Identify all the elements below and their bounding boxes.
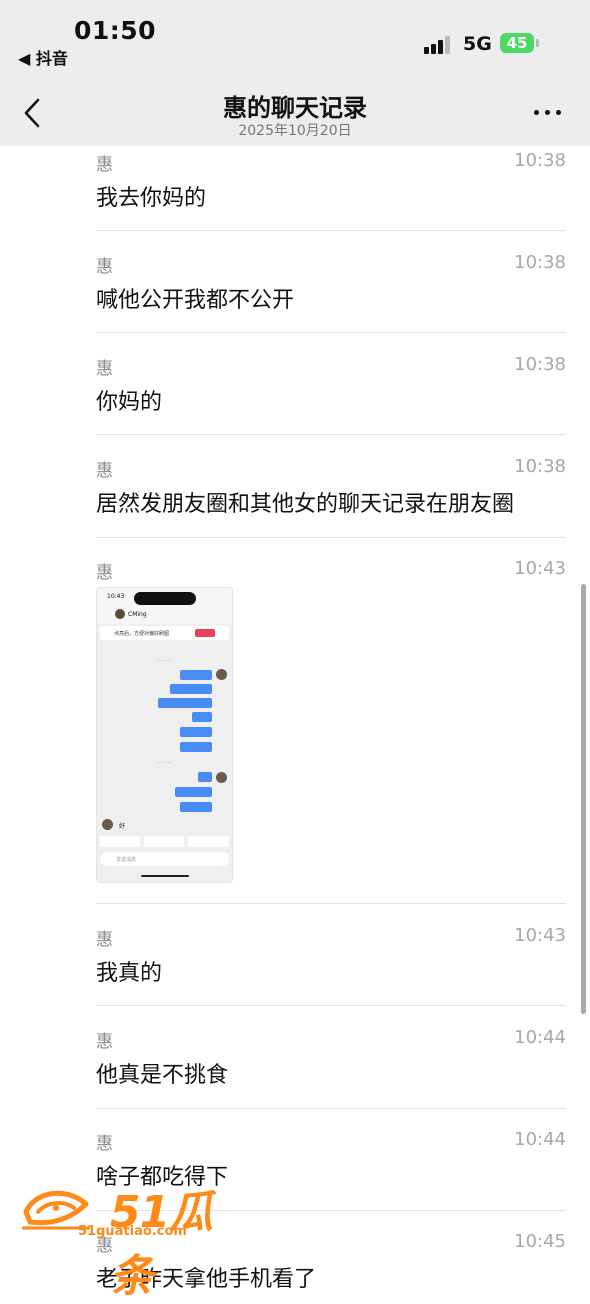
thumb-home-indicator: [141, 875, 189, 877]
message-sender: 惠: [96, 1134, 113, 1154]
divider: [96, 1005, 566, 1006]
thumb-avatar: [115, 609, 125, 619]
network-type: 5G: [463, 33, 492, 55]
thumb-contact-name: CMing: [128, 611, 147, 618]
message-text: 喊他公开我都不公开: [96, 288, 295, 313]
divider: [96, 537, 566, 538]
message-time: 10:45: [514, 1231, 566, 1252]
thumb-avatar: [216, 669, 227, 680]
battery-level: 45: [506, 34, 528, 52]
page-date: 2025年10月20日: [238, 123, 352, 139]
thumb-time: 10:43: [107, 593, 125, 600]
thumb-reply: 好: [119, 823, 126, 830]
thumb-status-bar: 10:43: [97, 588, 232, 606]
message-time: 10:38: [514, 354, 566, 375]
message-text: 居然发朋友圈和其他女的聊天记录在朋友圈: [96, 492, 515, 517]
battery-icon: 45: [500, 33, 534, 53]
message-time: 10:38: [514, 150, 566, 171]
status-time: 01:50: [74, 16, 157, 45]
thumb-bubble: [170, 684, 212, 694]
thumb-chat-header: CMing: [97, 606, 232, 624]
thumb-bubble: [192, 712, 212, 722]
message-sender: 惠: [96, 461, 113, 481]
message-time: 10:44: [514, 1129, 566, 1150]
message-time: 10:38: [514, 456, 566, 477]
divider: [96, 1108, 566, 1109]
thumb-input: 发送消息: [100, 852, 229, 866]
thumb-toolbar-item: [188, 836, 229, 847]
scrollbar[interactable]: [581, 584, 586, 1014]
message-sender: 惠: [96, 1032, 113, 1052]
thumb-system-message: — — —: [157, 658, 172, 663]
watermark-url: 51guatiao.com: [78, 1224, 187, 1239]
thumb-notice-text: 点亮后，方便对偏好刷图: [114, 631, 170, 637]
thumb-bubble: [158, 698, 212, 708]
thumb-bubble: [175, 787, 212, 797]
message-sender: 惠: [96, 155, 113, 175]
more-options-icon[interactable]: [528, 102, 568, 122]
message-text: 我真的: [96, 961, 163, 986]
message-sender: 惠: [96, 930, 113, 950]
back-to-app-link[interactable]: ◀ 抖音: [18, 45, 68, 69]
message-sender: 惠: [96, 563, 113, 583]
thumb-avatar: [216, 772, 227, 783]
thumb-bubble: [180, 727, 212, 737]
divider: [96, 903, 566, 904]
thumb-bubble: [198, 772, 212, 782]
divider: [96, 230, 566, 231]
image-attachment[interactable]: 10:43 CMing 点亮后，方便对偏好刷图 — — — — — — 好 发送…: [96, 587, 233, 883]
top-bar: 01:50 ◀ 抖音 5G 45 惠的聊天记录 2025年10月20日: [0, 0, 590, 146]
thumb-notice-button: [195, 629, 215, 637]
watermark-brand: 51瓜条: [110, 1187, 213, 1302]
thumb-toolbar-item: [100, 836, 140, 847]
message-text: 你妈的: [96, 390, 163, 415]
message-time: 10:38: [514, 252, 566, 273]
thumb-dynamic-island: [134, 592, 196, 605]
message-time: 10:44: [514, 1027, 566, 1048]
thumb-system-message: — — —: [157, 760, 172, 765]
watermark-logo: 51瓜条 51guatiao.com: [20, 1176, 230, 1302]
message-time: 10:43: [514, 558, 566, 579]
thumb-bubble: [180, 742, 212, 752]
message-sender: 惠: [96, 359, 113, 379]
thumb-avatar: [102, 819, 113, 830]
page-title: 惠的聊天记录: [223, 94, 367, 122]
message-time: 10:43: [514, 925, 566, 946]
message-text: 他真是不挑食: [96, 1063, 229, 1088]
thumb-bubble: [180, 802, 212, 812]
cellular-signal-icon: [424, 36, 454, 54]
thumb-bubble: [180, 670, 212, 680]
message-text: 我去你妈的: [96, 186, 207, 211]
divider: [96, 332, 566, 333]
thumb-input-placeholder: 发送消息: [116, 857, 137, 863]
thumb-toolbar-item: [144, 836, 184, 847]
message-sender: 惠: [96, 257, 113, 277]
battery-tip: [536, 39, 539, 47]
divider: [96, 434, 566, 435]
thumb-notice-banner: 点亮后，方便对偏好刷图: [100, 626, 229, 640]
